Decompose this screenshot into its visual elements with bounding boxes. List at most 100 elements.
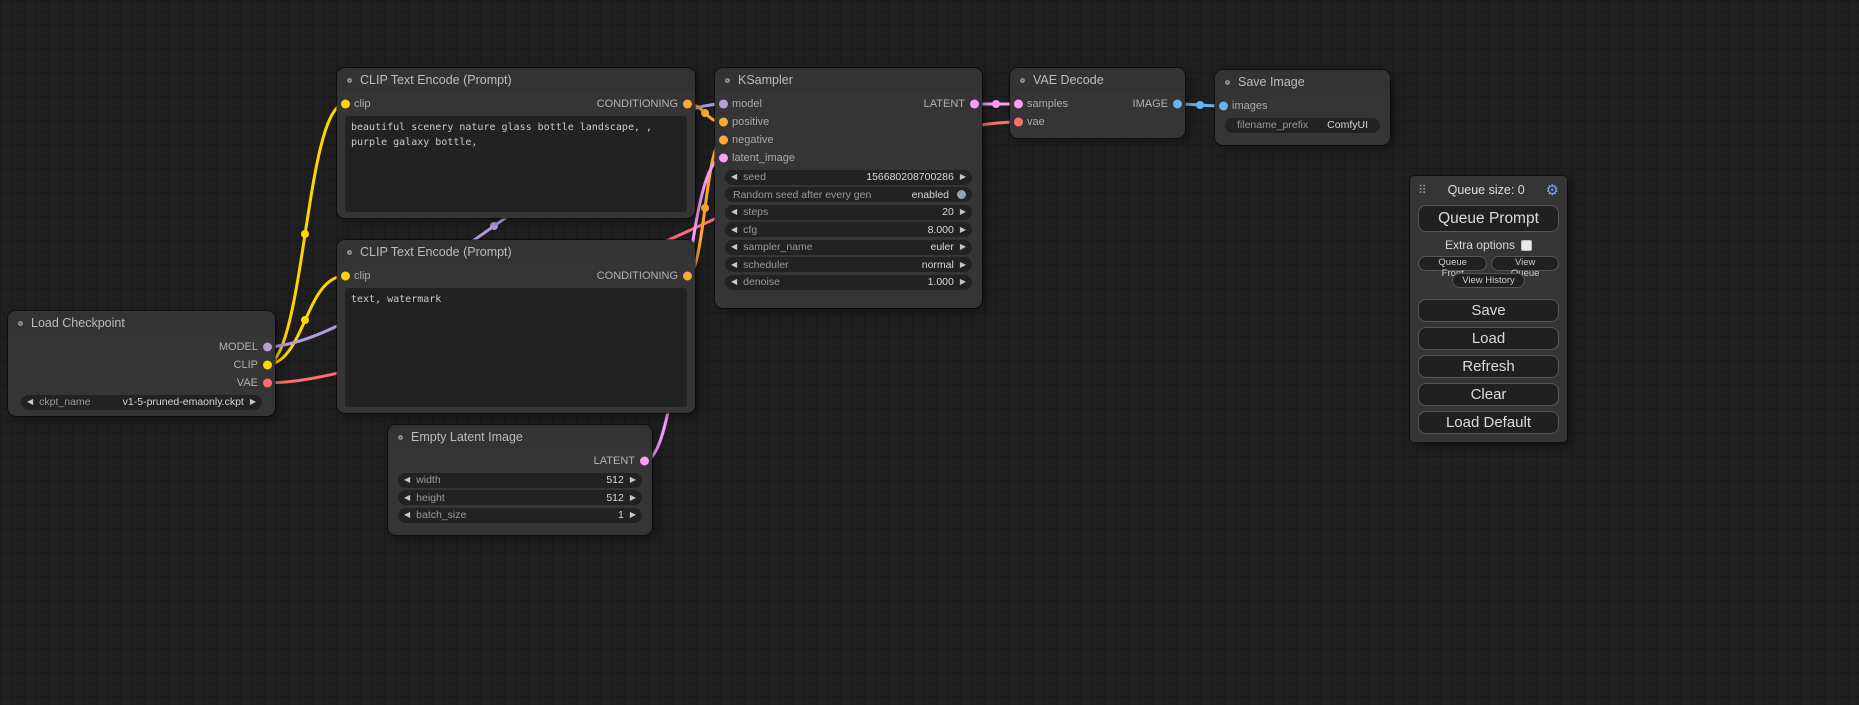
node-empty-latent-image[interactable]: Empty Latent Image LATENT ◀ width 512 ▶ … <box>388 425 652 535</box>
input-socket-vae[interactable] <box>1014 118 1023 127</box>
node-vae-decode[interactable]: VAE Decode samples IMAGE vae <box>1010 68 1185 138</box>
widget-width[interactable]: ◀ width 512 ▶ <box>398 473 642 488</box>
settings-gear-icon[interactable]: ⚙ <box>1546 183 1559 198</box>
increment-arrow-icon[interactable]: ▶ <box>960 208 966 216</box>
output-socket-clip[interactable] <box>263 361 272 370</box>
node-title-bar[interactable]: CLIP Text Encode (Prompt) <box>337 68 695 92</box>
increment-arrow-icon[interactable]: ▶ <box>960 243 966 251</box>
widget-denoise[interactable]: ◀ denoise 1.000 ▶ <box>725 275 972 290</box>
collapse-dot-icon[interactable] <box>398 435 403 440</box>
increment-arrow-icon[interactable]: ▶ <box>630 511 636 519</box>
node-title: VAE Decode <box>1033 73 1104 87</box>
slot-row: MODEL <box>8 338 275 356</box>
increment-arrow-icon[interactable]: ▶ <box>630 476 636 484</box>
increment-arrow-icon[interactable]: ▶ <box>630 494 636 502</box>
increment-arrow-icon[interactable]: ▶ <box>960 278 966 286</box>
output-socket-latent[interactable] <box>640 457 649 466</box>
node-clip-text-encode-negative[interactable]: CLIP Text Encode (Prompt) clip CONDITION… <box>337 240 695 413</box>
node-title-bar[interactable]: KSampler <box>715 68 982 92</box>
slot-row: CLIP <box>8 356 275 374</box>
node-save-image[interactable]: Save Image images filename_prefix ComfyU… <box>1215 70 1390 145</box>
queue-front-button[interactable]: Queue Front <box>1418 256 1487 271</box>
positive-prompt-textarea[interactable]: beautiful scenery nature glass bottle la… <box>345 116 687 212</box>
slot-row: samples IMAGE <box>1010 95 1185 113</box>
collapse-dot-icon[interactable] <box>347 250 352 255</box>
load-default-button[interactable]: Load Default <box>1418 411 1559 434</box>
decrement-arrow-icon[interactable]: ◀ <box>731 173 737 181</box>
output-socket-model[interactable] <box>263 343 272 352</box>
decrement-arrow-icon[interactable]: ◀ <box>731 243 737 251</box>
queue-panel-header: ⠿ Queue size: 0 ⚙ <box>1418 181 1559 199</box>
clear-button[interactable]: Clear <box>1418 383 1559 406</box>
queue-panel[interactable]: ⠿ Queue size: 0 ⚙ Queue Prompt Extra opt… <box>1410 176 1567 442</box>
input-socket-images[interactable] <box>1219 102 1228 111</box>
refresh-button[interactable]: Refresh <box>1418 355 1559 378</box>
widget-scheduler[interactable]: ◀ scheduler normal ▶ <box>725 257 972 272</box>
output-socket-conditioning[interactable] <box>683 100 692 109</box>
node-title-bar[interactable]: VAE Decode <box>1010 68 1185 92</box>
queue-size-label: Queue size: 0 <box>1448 183 1525 197</box>
node-title-bar[interactable]: CLIP Text Encode (Prompt) <box>337 240 695 264</box>
widget-seed[interactable]: ◀ seed 156680208700286 ▶ <box>725 170 972 185</box>
widget-ckpt-name[interactable]: ◀ ckpt_name v1-5-pruned-emaonly.ckpt ▶ <box>21 395 262 410</box>
view-history-button[interactable]: View History <box>1452 273 1525 288</box>
widget-value: 1.000 <box>928 276 954 288</box>
widget-sampler-name[interactable]: ◀ sampler_name euler ▶ <box>725 240 972 255</box>
node-ksampler[interactable]: KSampler model LATENT positive negative … <box>715 68 982 308</box>
decrement-arrow-icon[interactable]: ◀ <box>27 398 33 406</box>
widget-filename-prefix[interactable]: filename_prefix ComfyUI <box>1225 118 1380 133</box>
widget-batch-size[interactable]: ◀ batch_size 1 ▶ <box>398 508 642 523</box>
decrement-arrow-icon[interactable]: ◀ <box>404 494 410 502</box>
collapse-dot-icon[interactable] <box>18 321 23 326</box>
output-socket-latent[interactable] <box>970 100 979 109</box>
input-socket-positive[interactable] <box>719 118 728 127</box>
save-button[interactable]: Save <box>1418 299 1559 322</box>
toggle-knob-icon[interactable] <box>957 190 966 199</box>
decrement-arrow-icon[interactable]: ◀ <box>404 511 410 519</box>
widget-steps[interactable]: ◀ steps 20 ▶ <box>725 205 972 220</box>
node-title-bar[interactable]: Save Image <box>1215 70 1390 94</box>
increment-arrow-icon[interactable]: ▶ <box>960 173 966 181</box>
output-socket-conditioning[interactable] <box>683 272 692 281</box>
decrement-arrow-icon[interactable]: ◀ <box>404 476 410 484</box>
widget-label: denoise <box>743 276 780 288</box>
collapse-dot-icon[interactable] <box>1225 80 1230 85</box>
drag-handle-icon[interactable]: ⠿ <box>1418 183 1427 197</box>
input-socket-negative[interactable] <box>719 136 728 145</box>
extra-options-label: Extra options <box>1445 238 1515 252</box>
widget-random-seed-toggle[interactable]: Random seed after every gen enabled <box>725 187 972 202</box>
widget-cfg[interactable]: ◀ cfg 8.000 ▶ <box>725 222 972 237</box>
decrement-arrow-icon[interactable]: ◀ <box>731 208 737 216</box>
queue-prompt-button[interactable]: Queue Prompt <box>1418 205 1559 232</box>
input-socket-clip[interactable] <box>341 272 350 281</box>
output-socket-vae[interactable] <box>263 379 272 388</box>
increment-arrow-icon[interactable]: ▶ <box>960 226 966 234</box>
widget-height[interactable]: ◀ height 512 ▶ <box>398 490 642 505</box>
input-socket-clip[interactable] <box>341 100 350 109</box>
load-button[interactable]: Load <box>1418 327 1559 350</box>
extra-options-checkbox[interactable] <box>1521 240 1532 251</box>
input-socket-samples[interactable] <box>1014 100 1023 109</box>
increment-arrow-icon[interactable]: ▶ <box>960 261 966 269</box>
view-queue-button[interactable]: View Queue <box>1491 256 1559 271</box>
collapse-dot-icon[interactable] <box>347 78 352 83</box>
increment-arrow-icon[interactable]: ▶ <box>250 398 256 406</box>
input-socket-model[interactable] <box>719 100 728 109</box>
decrement-arrow-icon[interactable]: ◀ <box>731 226 737 234</box>
decrement-arrow-icon[interactable]: ◀ <box>731 261 737 269</box>
input-socket-latent-image[interactable] <box>719 154 728 163</box>
decrement-arrow-icon[interactable]: ◀ <box>731 278 737 286</box>
node-load-checkpoint[interactable]: Load Checkpoint MODEL CLIP VAE ◀ ckpt_na… <box>8 311 275 416</box>
widget-value: normal <box>922 259 954 271</box>
output-label-conditioning: CONDITIONING <box>597 98 695 110</box>
collapse-dot-icon[interactable] <box>1020 78 1025 83</box>
node-clip-text-encode-positive[interactable]: CLIP Text Encode (Prompt) clip CONDITION… <box>337 68 695 218</box>
node-title-bar[interactable]: Load Checkpoint <box>8 311 275 335</box>
widget-label: filename_prefix <box>1237 119 1308 131</box>
collapse-dot-icon[interactable] <box>725 78 730 83</box>
slot-row: clip CONDITIONING <box>337 95 695 113</box>
wire-midpoint-dot <box>1196 101 1204 109</box>
negative-prompt-textarea[interactable]: text, watermark <box>345 288 687 407</box>
node-title-bar[interactable]: Empty Latent Image <box>388 425 652 449</box>
output-socket-image[interactable] <box>1173 100 1182 109</box>
